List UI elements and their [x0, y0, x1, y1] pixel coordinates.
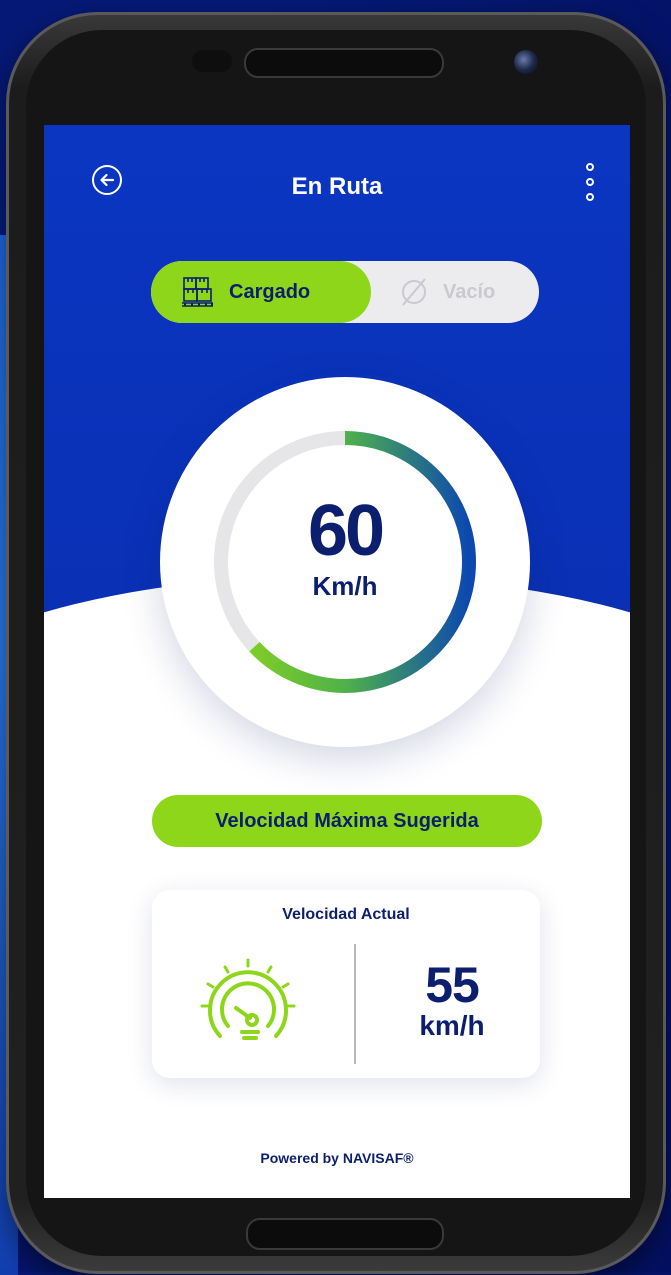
- speedometer-icon: [200, 958, 296, 1040]
- cargo-boxes-icon: [182, 277, 213, 307]
- more-options-button[interactable]: [582, 163, 598, 201]
- toggle-option-vacio[interactable]: Vacío: [397, 261, 495, 323]
- front-camera: [514, 50, 538, 74]
- dot-icon: [586, 163, 594, 171]
- toggle-option-cargado[interactable]: Cargado: [151, 261, 371, 323]
- current-speed-unit: km/h: [419, 1010, 485, 1041]
- current-speed-card: Velocidad Actual 55 km/h: [152, 890, 540, 1078]
- bottom-speaker: [246, 1218, 444, 1250]
- card-divider: [354, 944, 356, 1064]
- top-speaker: [244, 48, 444, 78]
- speed-limit-unit: Km/h: [312, 571, 378, 601]
- load-toggle: Cargado Vacío: [151, 261, 539, 323]
- empty-set-icon: [402, 278, 426, 306]
- sensor: [192, 50, 232, 72]
- suggested-speed-label: Velocidad Máxima Sugerida: [152, 795, 542, 847]
- current-speed-value: 55: [425, 957, 480, 1013]
- page-title: En Ruta: [291, 173, 383, 200]
- app-screen: En Ruta Cargado Vacío 60 Km/h Velocidad …: [44, 125, 630, 1198]
- toggle-label-vacio: Vacío: [443, 280, 496, 303]
- speed-limit-gauge: 60 Km/h: [160, 377, 530, 747]
- dot-icon: [586, 178, 594, 186]
- speed-limit-value: 60: [307, 491, 385, 571]
- toggle-label-cargado: Cargado: [229, 280, 311, 303]
- dot-icon: [586, 193, 594, 201]
- powered-by: Powered by NAVISAF®: [260, 1150, 414, 1166]
- current-speed-title: Velocidad Actual: [282, 906, 410, 923]
